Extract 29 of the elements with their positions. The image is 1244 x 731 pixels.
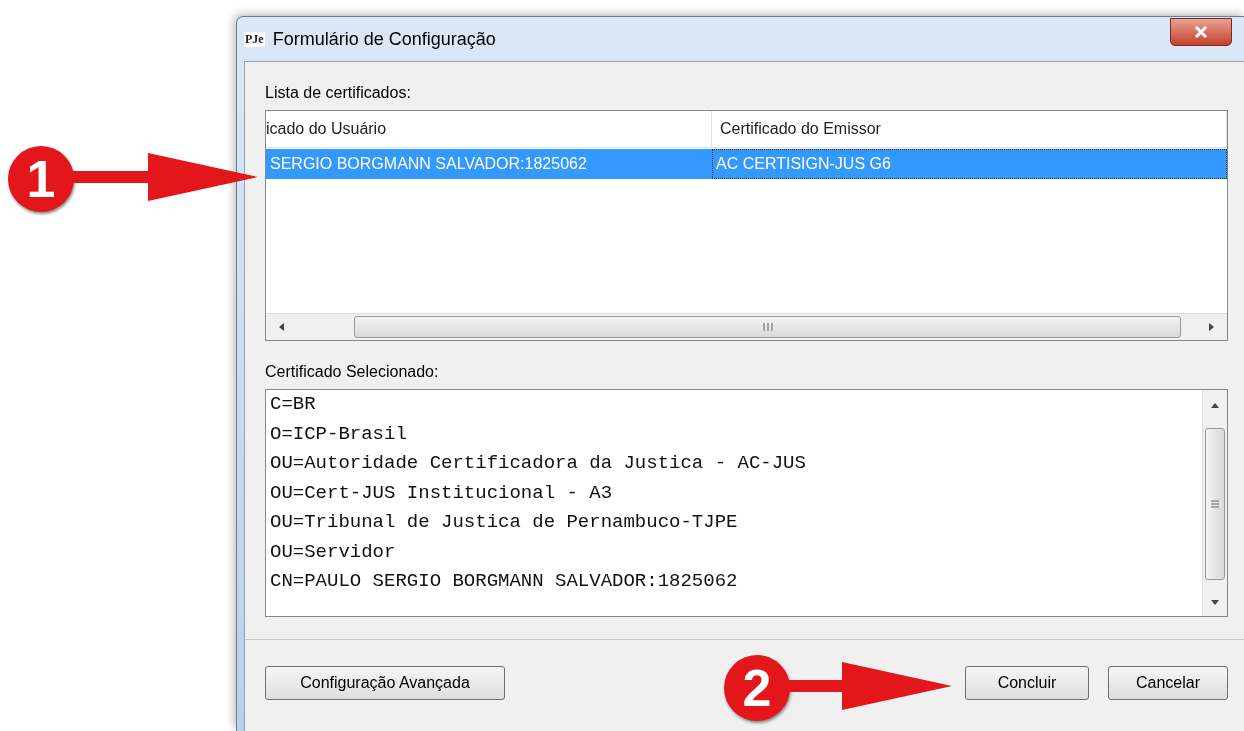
scrollbar-thumb[interactable] [354, 316, 1181, 338]
text-line: CN=PAULO SERGIO BORGMANN SALVADOR:1825062 [270, 569, 739, 594]
text-line: OU=Cert-JUS Institucional - A3 [270, 480, 614, 506]
column-header[interactable]: icado do Usuário [266, 111, 712, 147]
text-line: OU=Tribunal de Justica de Pernambuco-TJPE [270, 510, 739, 535]
close-icon [1194, 26, 1208, 38]
scroll-down-icon[interactable] [1210, 598, 1220, 606]
cancel-button[interactable]: Cancelar [1108, 666, 1228, 700]
scroll-up-icon[interactable] [1210, 402, 1220, 410]
scrollbar-thumb[interactable] [1205, 428, 1225, 580]
app-logo: PJe [244, 31, 265, 47]
step-number-badge: 1 [8, 146, 74, 212]
finish-button[interactable]: Concluir [965, 666, 1089, 700]
text-line: O=ICP-Brasil [270, 421, 408, 447]
text-line: C=BR [270, 392, 317, 417]
advanced-settings-button[interactable]: Configuração Avançada [265, 666, 505, 700]
column-header[interactable]: Certificado do Emissor [712, 111, 1227, 147]
text-line: OU=Autoridade Certificadora da Justica - AC-JUS [270, 451, 807, 476]
vertical-scrollbar[interactable] [1202, 390, 1227, 616]
horizontal-scrollbar[interactable] [266, 313, 1227, 340]
table-cell: AC CERTISIGN-JUS G6 [712, 149, 1227, 179]
section-label: Lista de certificados: [265, 84, 412, 102]
table-cell-text: SERGIO BORGMANN SALVADOR:1825062 [269, 154, 588, 174]
scroll-right-icon[interactable] [1207, 322, 1215, 332]
scroll-left-icon[interactable] [278, 322, 286, 332]
section-label: Certificado Selecionado: [265, 363, 440, 381]
text-line: OU=Servidor [270, 539, 397, 565]
close-button[interactable] [1170, 18, 1232, 46]
window-title: Formulário de Configuração [272, 28, 496, 50]
